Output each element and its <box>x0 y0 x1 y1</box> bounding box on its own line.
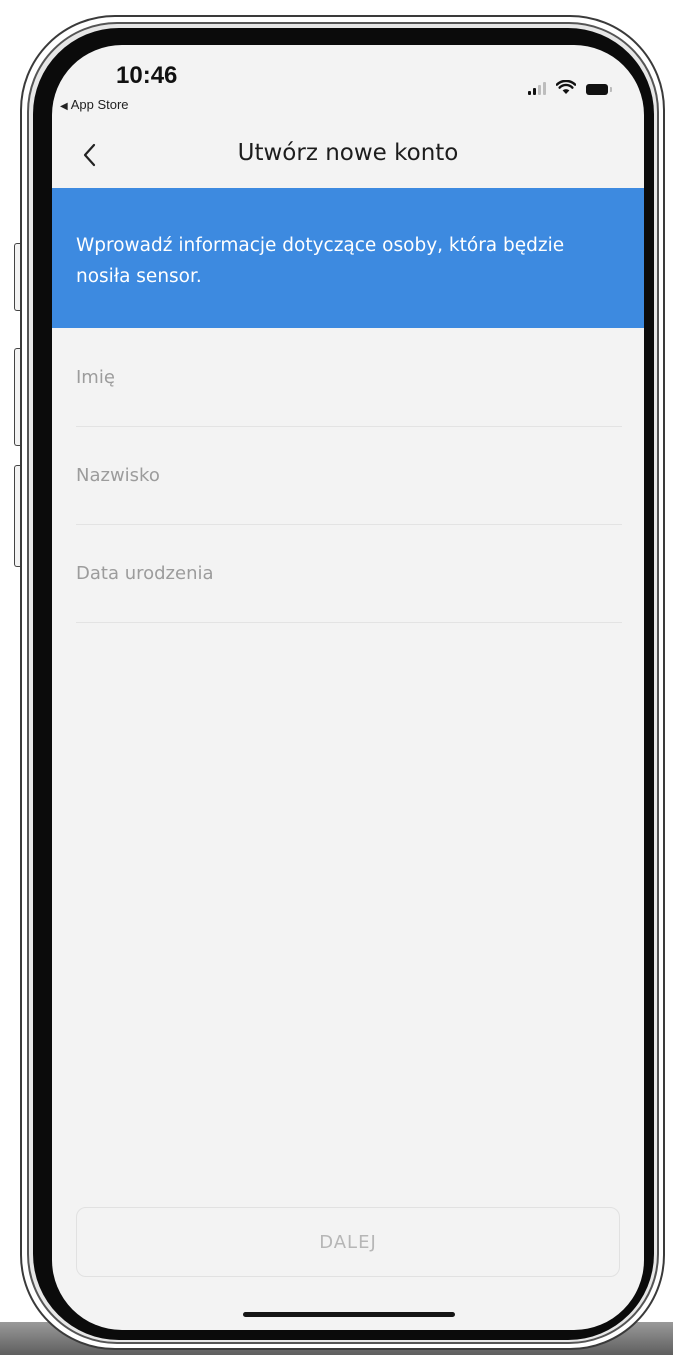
last-name-field[interactable]: Nazwisko <box>76 465 622 525</box>
status-icons <box>528 80 612 95</box>
page-title: Utwórz nowe konto <box>237 140 459 166</box>
back-triangle-icon: ◀ <box>60 101 68 112</box>
next-button[interactable]: DALEJ <box>76 1207 620 1277</box>
status-time: 10:46 <box>116 62 178 89</box>
device-mockup: 10:46 ◀ App Store Utwórz nowe konto Wpro… <box>0 0 673 1355</box>
first-name-placeholder: Imię <box>76 367 115 388</box>
app-screen: 10:46 ◀ App Store Utwórz nowe konto Wpro… <box>52 45 644 1330</box>
field-underline <box>76 622 622 623</box>
back-to-app-link[interactable]: ◀ App Store <box>60 97 129 112</box>
next-button-label: DALEJ <box>319 1231 377 1253</box>
wifi-icon <box>556 80 576 94</box>
back-app-label: App Store <box>70 97 129 112</box>
birth-date-field[interactable]: Data urodzenia <box>76 563 622 623</box>
field-underline <box>76 426 622 427</box>
info-banner-text: Wprowadź informacje dotyczące osoby, któ… <box>76 235 565 287</box>
last-name-placeholder: Nazwisko <box>76 465 160 486</box>
battery-icon <box>586 84 612 95</box>
field-underline <box>76 524 622 525</box>
first-name-field[interactable]: Imię <box>76 367 622 427</box>
info-banner: Wprowadź informacje dotyczące osoby, któ… <box>52 188 644 328</box>
cellular-signal-icon <box>528 81 546 95</box>
birth-date-placeholder: Data urodzenia <box>76 563 214 584</box>
home-indicator[interactable] <box>243 1312 455 1317</box>
